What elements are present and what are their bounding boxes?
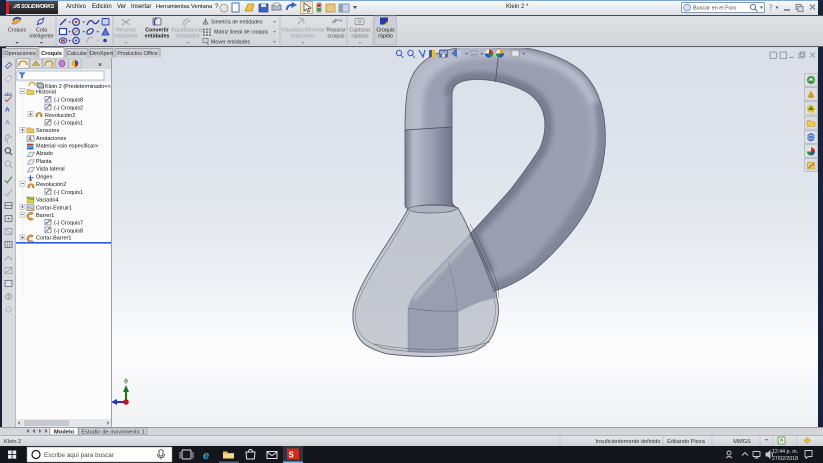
svg-text:(-) Croquis1: (-) Croquis1 [54,121,83,127]
svg-text:Origen: Origen [36,174,53,180]
svg-text:rápido: rápido [378,34,393,40]
svg-text:(-) Croquis8: (-) Croquis8 [54,98,83,104]
svg-text:DimXpert: DimXpert [90,51,113,57]
svg-text:Sensores: Sensores [36,128,59,134]
svg-text:Revolución2: Revolución2 [36,182,66,188]
svg-text:Vista lateral: Vista lateral [36,167,65,173]
svg-text:(-) Croquis7: (-) Croquis7 [54,221,83,227]
svg-text:Cortar-Barrer1: Cortar-Barrer1 [36,236,71,242]
svg-text:e: e [203,450,209,462]
svg-text:Croquis: Croquis [8,28,27,34]
svg-text:Alzado: Alzado [36,151,53,157]
svg-text:Mover entidades: Mover entidades [211,40,251,46]
svg-text:(-) Croquis2: (-) Croquis2 [54,105,83,111]
svg-text:Buscar en el Foro: Buscar en el Foro [693,6,736,12]
svg-text:relaciones: relaciones [291,34,315,40]
svg-text:Insuficientemente definido: Insuficientemente definido [596,439,661,445]
svg-text:Calcular: Calcular [67,51,87,57]
svg-text:A: A [28,137,32,143]
svg-text:Material <sin especificar>: Material <sin especificar> [36,144,98,150]
svg-text:12:44 p. m.: 12:44 p. m. [772,449,798,455]
svg-text:A: A [5,107,10,114]
svg-text:Productos Office: Productos Office [117,51,158,57]
svg-text:(-) Croquis8: (-) Croquis8 [54,228,83,234]
svg-text:inteligente: inteligente [29,34,53,40]
svg-text:Planta: Planta [36,159,53,165]
svg-text:entidades: entidades [145,34,170,40]
svg-text:MMGS: MMGS [733,439,751,445]
svg-text:»: » [98,62,102,69]
svg-text:rápidas: rápidas [351,34,369,40]
svg-text:Simetría de entidades: Simetría de entidades [211,20,263,26]
svg-text:?: ? [769,3,773,12]
svg-text:Cortar-Extruir1: Cortar-Extruir1 [36,205,72,211]
svg-text:(-) Croquis1: (-) Croquis1 [54,190,83,196]
svg-text:A: A [5,120,10,127]
svg-text:Escribe aquí para buscar: Escribe aquí para buscar [44,452,114,459]
svg-text:Operaciones: Operaciones [4,51,35,57]
svg-text:Anotaciones: Anotaciones [36,136,67,142]
svg-text:entidades: entidades [115,34,138,40]
svg-text:croquis: croquis [327,34,344,40]
svg-text:Croquis: Croquis [41,51,62,57]
svg-text:Matriz lineal de croquis: Matriz lineal de croquis [214,30,269,36]
svg-text:+/: +/ [338,18,343,24]
svg-text:Editando Pieza: Editando Pieza [667,439,706,445]
svg-text:Vaciado4: Vaciado4 [36,198,59,204]
svg-text:27/02/2018: 27/02/2018 [772,456,798,462]
svg-text:entidades: entidades [177,34,200,40]
svg-text:Historial: Historial [36,90,56,96]
svg-text:Barrer1: Barrer1 [36,213,54,219]
svg-text:Revolución2: Revolución2 [45,113,75,119]
svg-text:S: S [289,451,295,460]
svg-text:Klein 2: Klein 2 [4,439,21,445]
